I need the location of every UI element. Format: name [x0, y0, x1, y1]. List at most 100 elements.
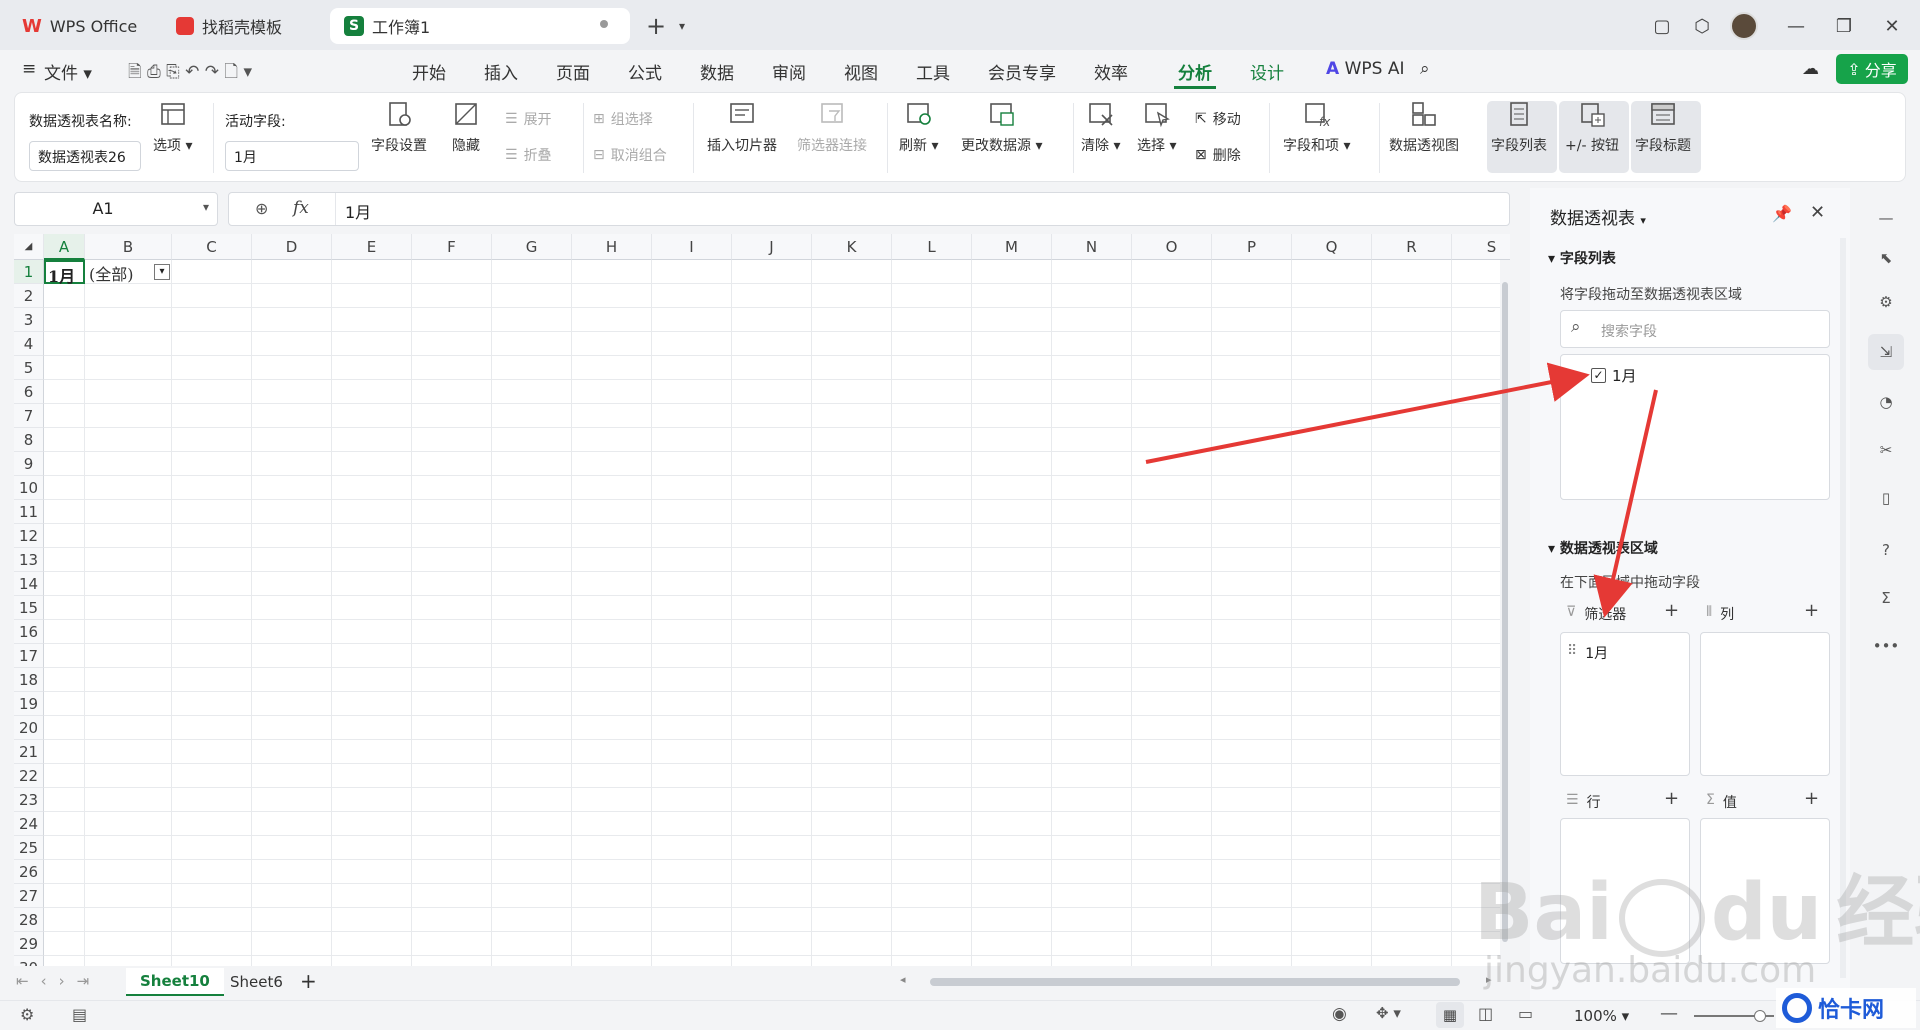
column-header[interactable]: I	[652, 234, 732, 260]
sidebar-help-icon[interactable]: ?	[1868, 532, 1904, 568]
search-field-input[interactable]: ⌕ 搜索字段	[1560, 310, 1830, 348]
row-header[interactable]: 17	[14, 644, 44, 668]
active-field-input[interactable]: 1月	[225, 141, 359, 171]
sheet-tab-sheet10[interactable]: Sheet10	[126, 968, 224, 996]
column-header[interactable]: S	[1452, 234, 1510, 260]
zoom-level[interactable]: 100% ▾	[1574, 1007, 1629, 1025]
select-all-corner[interactable]: ◢	[14, 234, 44, 260]
row-header[interactable]: 18	[14, 668, 44, 692]
minimize-button[interactable]: —	[1778, 10, 1814, 42]
vertical-scroll-thumb[interactable]	[1502, 282, 1508, 942]
insert-slicer-button[interactable]: 插入切片器	[707, 99, 777, 155]
field-item-1yue[interactable]: ✓ 1月	[1591, 365, 1637, 386]
row-header[interactable]: 28	[14, 908, 44, 932]
add-row-button[interactable]: +	[1664, 788, 1679, 809]
collapse-button[interactable]: ☰ 折叠	[505, 145, 552, 165]
column-header[interactable]: G	[492, 234, 572, 260]
refresh-button[interactable]: 刷新 ▾	[899, 99, 938, 155]
column-header[interactable]: A	[44, 234, 85, 260]
row-header[interactable]: 20	[14, 716, 44, 740]
normal-view-button[interactable]: ▦	[1436, 1002, 1464, 1028]
row-header[interactable]: 5	[14, 356, 44, 380]
sidebar-settings-icon[interactable]: ⚙	[1868, 284, 1904, 320]
menu-view[interactable]: 视图	[840, 57, 882, 86]
menu-file[interactable]: 文件 ▾	[40, 57, 96, 86]
sidebar-select-icon[interactable]: ⬉	[1868, 240, 1904, 276]
fx-icon[interactable]: fx	[293, 198, 309, 218]
sidebar-formula-icon[interactable]: Σ	[1868, 580, 1904, 616]
menu-data[interactable]: 数据	[696, 57, 738, 86]
add-column-button[interactable]: +	[1804, 600, 1819, 621]
page-break-view-button[interactable]: ▭	[1518, 1004, 1533, 1023]
row-header[interactable]: 7	[14, 404, 44, 428]
sheet-view-icon[interactable]: ▤	[72, 1005, 87, 1024]
hamburger-icon[interactable]: ≡	[18, 57, 40, 81]
column-header[interactable]: H	[572, 234, 652, 260]
row-header[interactable]: 14	[14, 572, 44, 596]
plus-minus-buttons-button[interactable]: +/- 按钮	[1565, 99, 1619, 155]
menu-page[interactable]: 页面	[552, 57, 594, 86]
column-header[interactable]: J	[732, 234, 812, 260]
avatar[interactable]	[1726, 10, 1762, 42]
name-box-dropdown-icon[interactable]: ▾	[203, 200, 209, 214]
row-header[interactable]: 16	[14, 620, 44, 644]
field-checkbox-checked-icon[interactable]: ✓	[1591, 368, 1606, 383]
column-header[interactable]: P	[1212, 234, 1292, 260]
filter-area-box[interactable]: ⠿ 1月	[1560, 632, 1690, 776]
menu-wps-ai[interactable]: A WPS AI	[1322, 57, 1408, 81]
tab-docer-templates[interactable]: 找稻壳模板	[162, 8, 322, 44]
ungroup-button[interactable]: ⊟ 取消组合	[593, 145, 667, 165]
filter-connection-button[interactable]: 筛选器连接	[797, 99, 867, 155]
expand-button[interactable]: ☰ 展开	[505, 109, 552, 129]
add-sheet-button[interactable]: +	[300, 969, 317, 993]
eye-protection-icon[interactable]: ◉	[1332, 1004, 1347, 1024]
field-list-button[interactable]: 字段列表	[1491, 99, 1547, 155]
pin-icon[interactable]: 📌	[1772, 204, 1792, 223]
pivot-name-input[interactable]: 数据透视表26	[29, 141, 141, 171]
row-header[interactable]: 26	[14, 860, 44, 884]
name-box[interactable]: A1 ▾	[14, 192, 218, 226]
sidebar-more-icon[interactable]: •••	[1868, 628, 1904, 664]
add-filter-button[interactable]: +	[1664, 600, 1679, 621]
row-header[interactable]: 6	[14, 380, 44, 404]
menu-formula[interactable]: 公式	[624, 57, 666, 86]
group-select-button[interactable]: ⊞ 组选择	[593, 109, 653, 129]
column-area-box[interactable]	[1700, 632, 1830, 776]
row-header[interactable]: 13	[14, 548, 44, 572]
row-header[interactable]: 4	[14, 332, 44, 356]
menu-analyze[interactable]: 分析	[1174, 57, 1216, 89]
tab-workbook1[interactable]: S 工作簿1	[330, 8, 630, 44]
options-button[interactable]: 选项 ▾	[153, 99, 192, 155]
cloud-sync-icon[interactable]: ☁	[1798, 57, 1823, 81]
add-value-button[interactable]: +	[1804, 788, 1819, 809]
row-header[interactable]: 11	[14, 500, 44, 524]
row-header[interactable]: 21	[14, 740, 44, 764]
menu-insert[interactable]: 插入	[480, 57, 522, 86]
filter-dropdown-button[interactable]: ▾	[154, 264, 170, 280]
column-header[interactable]: L	[892, 234, 972, 260]
column-header[interactable]: O	[1132, 234, 1212, 260]
menu-review[interactable]: 审阅	[768, 57, 810, 86]
row-header[interactable]: 27	[14, 884, 44, 908]
column-header[interactable]: K	[812, 234, 892, 260]
horizontal-scrollbar[interactable]: ◂ ▸	[900, 973, 1500, 987]
row-header[interactable]: 10	[14, 476, 44, 500]
row-header[interactable]: 19	[14, 692, 44, 716]
scroll-left-icon[interactable]: ◂	[900, 973, 906, 986]
column-header[interactable]: R	[1372, 234, 1452, 260]
row-header[interactable]: 23	[14, 788, 44, 812]
clear-button[interactable]: 清除 ▾	[1081, 99, 1120, 155]
tab-dropdown-icon[interactable]: ▾	[664, 10, 700, 42]
row-header[interactable]: 1	[14, 260, 44, 284]
row-header[interactable]: 9	[14, 452, 44, 476]
menu-member[interactable]: 会员专享	[984, 57, 1060, 86]
row-header[interactable]: 25	[14, 836, 44, 860]
pivot-chart-button[interactable]: 数据透视图	[1389, 99, 1459, 155]
page-layout-view-button[interactable]: ◫	[1478, 1004, 1493, 1023]
column-header[interactable]: D	[252, 234, 332, 260]
search-icon[interactable]: ⌕	[1416, 57, 1434, 81]
menu-home[interactable]: 开始	[408, 57, 450, 86]
row-header[interactable]: 22	[14, 764, 44, 788]
move-button[interactable]: ⇱ 移动	[1195, 109, 1241, 129]
quick-toolbar-icons[interactable]: 🗎 ⎙ ⎘ ↶ ↷ 🗋 ▾	[124, 57, 256, 90]
